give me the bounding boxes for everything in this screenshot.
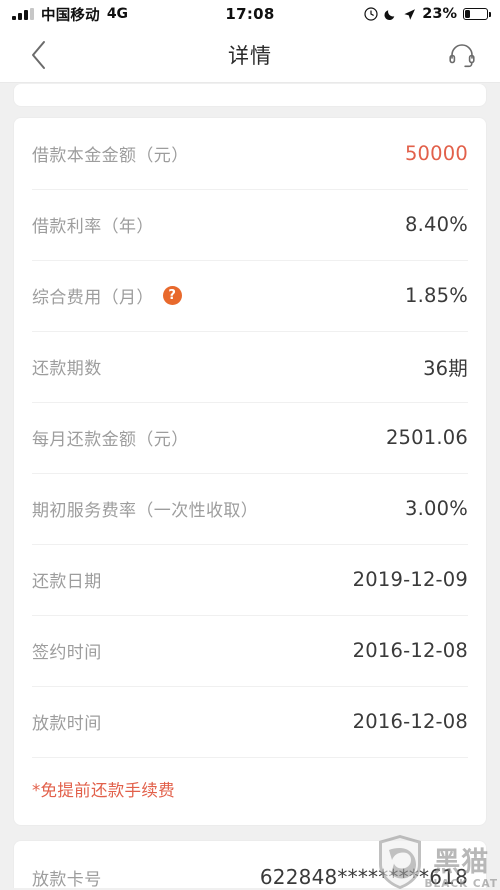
- row-value: 50000: [404, 142, 468, 165]
- table-row: 还款期数 36期: [32, 331, 468, 402]
- card-number-label: 放款卡号: [32, 869, 102, 889]
- do-not-disturb-moon-icon: [384, 8, 397, 21]
- row-value: 36期: [423, 357, 468, 380]
- card-number-value: 622848*********618: [259, 865, 468, 888]
- table-row: 签约时间 2016-12-08: [32, 615, 468, 686]
- row-label: 放款时间: [32, 709, 102, 734]
- row-label-text: 还款日期: [32, 572, 102, 592]
- table-row: 放款时间 2016-12-08: [32, 686, 468, 757]
- row-value: 2019-12-09: [352, 568, 468, 591]
- row-value: 8.40%: [405, 213, 468, 236]
- row-label-text: 综合费用（月）: [32, 288, 154, 308]
- row-value: 3.00%: [405, 497, 468, 520]
- row-label: 借款利率（年）: [32, 212, 154, 237]
- disbursement-card: 放款卡号 622848*********618: [14, 841, 486, 888]
- battery-percent-label: 23%: [422, 6, 457, 22]
- table-row: 借款利率（年） 8.40%: [32, 189, 468, 260]
- row-label-text: 签约时间: [32, 643, 102, 663]
- table-row[interactable]: 综合费用（月）? 1.85%: [32, 260, 468, 331]
- row-label-text: 每月还款金额（元）: [32, 430, 189, 450]
- status-bar: 中国移动 4G 17:08 23%: [0, 0, 500, 28]
- row-value: 2016-12-08: [352, 639, 468, 662]
- page-title: 详情: [228, 44, 272, 68]
- row-label-text: 还款期数: [32, 359, 102, 379]
- table-row: 每月还款金额（元） 2501.06: [32, 402, 468, 473]
- table-row: 放款卡号 622848*********618: [32, 841, 468, 888]
- back-button[interactable]: [18, 35, 58, 75]
- row-label: 签约时间: [32, 638, 102, 663]
- headset-icon: [449, 44, 475, 68]
- alarm-icon: [364, 7, 378, 21]
- prepayment-note: *免提前还款手续费: [32, 757, 468, 825]
- detail-scroll-area[interactable]: 借款本金金额（元） 50000 借款利率（年） 8.40% 综合费用（月）? 1.85% 还…: [0, 84, 500, 888]
- location-arrow-icon: [403, 8, 416, 21]
- help-question-icon[interactable]: ?: [162, 286, 182, 305]
- table-row: 还款日期 2019-12-09: [32, 544, 468, 615]
- row-label-text: 借款利率（年）: [32, 217, 154, 237]
- row-label: 还款日期: [32, 567, 102, 592]
- row-value: 2501.06: [385, 426, 468, 449]
- nav-bar: 详情: [0, 28, 500, 83]
- loan-detail-card: 借款本金金额（元） 50000 借款利率（年） 8.40% 综合费用（月）? 1.85% 还…: [14, 118, 486, 825]
- row-label: 综合费用（月）?: [32, 283, 182, 308]
- row-label-text: 借款本金金额（元）: [32, 146, 189, 166]
- row-label: 每月还款金额（元）: [32, 425, 189, 450]
- row-label: 借款本金金额（元）: [32, 141, 189, 166]
- row-value: 1.85%: [405, 284, 468, 307]
- row-label: 期初服务费率（一次性收取）: [32, 496, 258, 521]
- table-row: 借款本金金额（元） 50000: [32, 118, 468, 189]
- row-label-text: 放款时间: [32, 714, 102, 734]
- table-row: 期初服务费率（一次性收取） 3.00%: [32, 473, 468, 544]
- row-label: 还款期数: [32, 354, 102, 379]
- status-bar-right: 23%: [364, 6, 491, 22]
- battery-icon: [463, 8, 491, 20]
- row-value: 2016-12-08: [352, 710, 468, 733]
- chevron-left-icon: [31, 41, 45, 69]
- customer-service-button[interactable]: [442, 35, 482, 75]
- row-label-text: 期初服务费率（一次性收取）: [32, 501, 259, 521]
- previous-card-partial: [14, 84, 486, 106]
